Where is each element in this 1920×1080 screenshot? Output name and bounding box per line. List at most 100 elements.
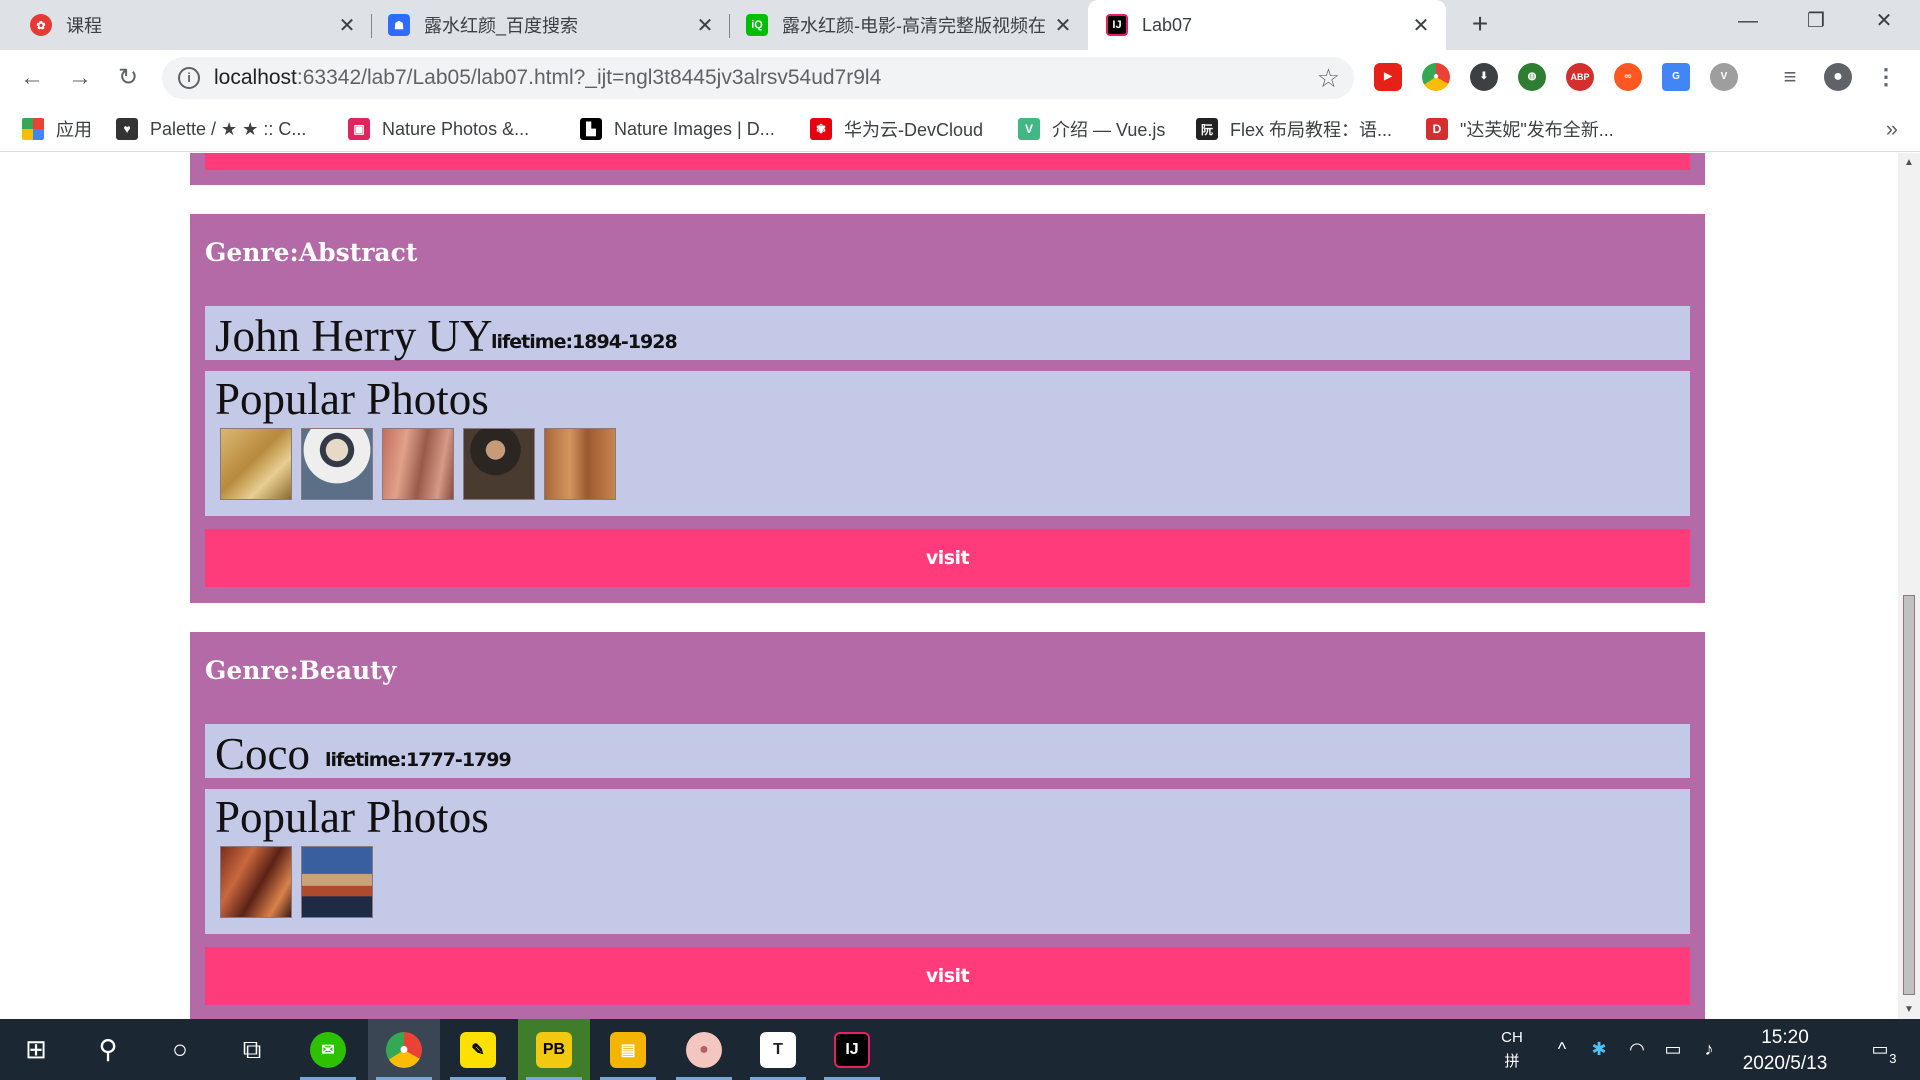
wifi-icon[interactable]: ◠ xyxy=(1620,1019,1654,1080)
photo-thumbnail[interactable] xyxy=(301,428,373,500)
tab-lab07[interactable]: IJ Lab07 ✕ xyxy=(1088,0,1446,50)
photo-thumbnail[interactable] xyxy=(301,846,373,918)
iqiyi-icon: iQ xyxy=(746,14,768,36)
photo-thumbnail[interactable] xyxy=(463,428,535,500)
translate-ext-icon[interactable]: G xyxy=(1662,63,1690,91)
tab-iqiyi[interactable]: iQ 露水红颜-电影-高清完整版视频在 ✕ xyxy=(730,0,1088,50)
artist-lifetime: lifetime:1894-1928 xyxy=(491,331,678,353)
close-tab-icon[interactable]: ✕ xyxy=(690,13,720,38)
course-icon: ✿ xyxy=(30,14,52,36)
scroll-up-arrow-icon[interactable]: ▲ xyxy=(1898,157,1920,168)
clock-date: 2020/5/13 xyxy=(1742,1053,1828,1074)
artist-name: John Herry UY xyxy=(215,311,493,361)
minimize-button[interactable]: — xyxy=(1714,0,1782,44)
volume-icon[interactable]: ♪ xyxy=(1692,1019,1726,1080)
bookmark-news[interactable]: D "达芙妮"发布全新... xyxy=(1426,114,1614,144)
bluetooth-icon[interactable]: ✱ xyxy=(1582,1019,1616,1080)
scroll-down-arrow-icon[interactable]: ▼ xyxy=(1898,1004,1920,1015)
ruanyf-icon: 阮 xyxy=(1196,118,1218,140)
genre-heading: Genre:Abstract xyxy=(205,238,418,267)
visit-button[interactable]: visit xyxy=(205,529,1690,587)
genre-heading: Genre:Beauty xyxy=(205,656,397,685)
media-control-icon[interactable]: ≡ xyxy=(1776,63,1804,91)
bookmark-nature-images[interactable]: ▙ Nature Images | D... xyxy=(580,114,775,144)
sticky-notes-icon[interactable]: ✎ xyxy=(442,1019,514,1080)
tab-course[interactable]: ✿ 课程 ✕ xyxy=(0,0,372,50)
notification-center-icon[interactable]: ▭ 3 xyxy=(1850,1019,1910,1080)
visit-button[interactable]: visit xyxy=(205,947,1690,1005)
bookmark-star-icon[interactable]: ☆ xyxy=(1317,63,1340,94)
notification-count: 3 xyxy=(1889,1051,1897,1066)
page-viewport: visit Genre:Abstract John Herry UY lifet… xyxy=(0,153,1898,1019)
forward-arrow-icon[interactable]: → xyxy=(62,60,98,96)
ime-indicator[interactable]: CH 拼 xyxy=(1492,1019,1532,1080)
pig-app-icon[interactable]: ● xyxy=(668,1019,740,1080)
popular-photos-section: Popular Photos xyxy=(205,371,1690,516)
tab-title: 课程 xyxy=(66,16,102,36)
new-tab-button[interactable]: + xyxy=(1463,8,1497,42)
popular-photos-section: Popular Photos xyxy=(205,789,1690,934)
close-tab-icon[interactable]: ✕ xyxy=(332,13,362,38)
battery-icon[interactable]: ▭ xyxy=(1656,1019,1690,1080)
bookmark-huawei[interactable]: ✾ 华为云-DevCloud xyxy=(810,114,983,144)
bookmark-label: Nature Images | D... xyxy=(614,118,775,139)
photo-thumbnail[interactable] xyxy=(220,846,292,918)
bookmark-label: Palette / ★ ★ :: C... xyxy=(150,118,307,139)
artist-name: Coco xyxy=(215,729,310,779)
chrome-icon[interactable]: ● xyxy=(368,1019,440,1080)
cortana-icon[interactable]: ○ xyxy=(144,1019,216,1080)
site-info-icon[interactable]: i xyxy=(178,67,200,89)
artist-card-previous: visit xyxy=(190,153,1705,185)
windows-taskbar: ⊞ ⚲ ○ ⧉ ✉ ● ✎ PB ▤ ● T IJ CH 拼 ^ ✱ ◠ ▭ ♪… xyxy=(0,1019,1920,1080)
close-tab-icon[interactable]: ✕ xyxy=(1406,13,1436,38)
profile-avatar-icon[interactable]: ● xyxy=(1824,63,1852,91)
bookmark-apps[interactable]: 应用 xyxy=(22,114,92,144)
page-scrollbar[interactable]: ▲ ▼ xyxy=(1898,153,1920,1019)
vpn-ext-icon[interactable]: V xyxy=(1710,63,1738,91)
bookmark-nature-photos[interactable]: ▣ Nature Photos &... xyxy=(348,114,529,144)
bookmarks-overflow-button[interactable]: » xyxy=(1886,116,1898,142)
palette-heart-icon: ♥ xyxy=(116,118,138,140)
menu-kebab-icon[interactable]: ⋮ xyxy=(1872,63,1900,91)
intellij-icon[interactable]: IJ xyxy=(816,1019,888,1080)
close-window-button[interactable]: ✕ xyxy=(1850,0,1918,44)
youtube-ext-icon[interactable]: ▶ xyxy=(1374,63,1402,91)
bookmark-label: "达芙妮"发布全新... xyxy=(1460,120,1614,140)
ime-mode: 拼 xyxy=(1504,1052,1520,1070)
wechat-icon[interactable]: ✉ xyxy=(292,1019,364,1080)
photo-thumbnail[interactable] xyxy=(382,428,454,500)
download-ext-icon[interactable]: ⬇ xyxy=(1470,63,1498,91)
bookmark-vue[interactable]: V 介绍 — Vue.js xyxy=(1018,114,1165,144)
typora-icon[interactable]: T xyxy=(742,1019,814,1080)
address-url[interactable]: localhost:63342/lab7/Lab05/lab07.html?_i… xyxy=(214,66,881,90)
chevron-up-icon[interactable]: ^ xyxy=(1545,1019,1579,1080)
back-arrow-icon[interactable]: ← xyxy=(14,60,50,96)
tab-baidu[interactable]: ☗ 露水红颜_百度搜索 ✕ xyxy=(372,0,730,50)
scrollbar-thumb[interactable] xyxy=(1903,595,1915,995)
photo-thumbnail[interactable] xyxy=(544,428,616,500)
close-tab-icon[interactable]: ✕ xyxy=(1048,13,1078,38)
power-bi-icon[interactable]: PB xyxy=(518,1019,590,1080)
news-icon: D xyxy=(1426,118,1448,140)
tomato-ext-icon[interactable]: ◍ xyxy=(1518,63,1546,91)
windows-start-icon[interactable]: ⊞ xyxy=(0,1019,72,1080)
url-path: :63342/lab7/Lab05/lab07.html?_ijt=ngl3t8… xyxy=(296,66,882,89)
search-icon[interactable]: ⚲ xyxy=(72,1019,144,1080)
baidu-paw-icon: ☗ xyxy=(388,14,410,36)
bookmark-flex-tutorial[interactable]: 阮 Flex 布局教程：语... xyxy=(1196,114,1392,144)
chrome-ext-icon[interactable]: ● xyxy=(1422,63,1450,91)
restore-button[interactable]: ❐ xyxy=(1782,0,1850,44)
task-view-icon[interactable]: ⧉ xyxy=(216,1019,288,1080)
file-explorer-icon[interactable]: ▤ xyxy=(592,1019,664,1080)
photo-thumbnail[interactable] xyxy=(220,428,292,500)
adblock-ext-icon[interactable]: ABP xyxy=(1566,63,1594,91)
url-host: localhost xyxy=(214,66,297,89)
visit-button[interactable]: visit xyxy=(205,153,1690,170)
infinity-ext-icon[interactable]: ∞ xyxy=(1614,63,1642,91)
reload-icon[interactable]: ↻ xyxy=(110,60,146,96)
ime-language: CH xyxy=(1501,1028,1523,1046)
photo-thumbnails xyxy=(220,846,382,918)
bookmark-palette[interactable]: ♥ Palette / ★ ★ :: C... xyxy=(116,114,306,144)
address-bar[interactable]: i localhost:63342/lab7/Lab05/lab07.html?… xyxy=(162,57,1354,99)
system-clock[interactable]: 15:20 2020/5/13 xyxy=(1730,1025,1840,1077)
